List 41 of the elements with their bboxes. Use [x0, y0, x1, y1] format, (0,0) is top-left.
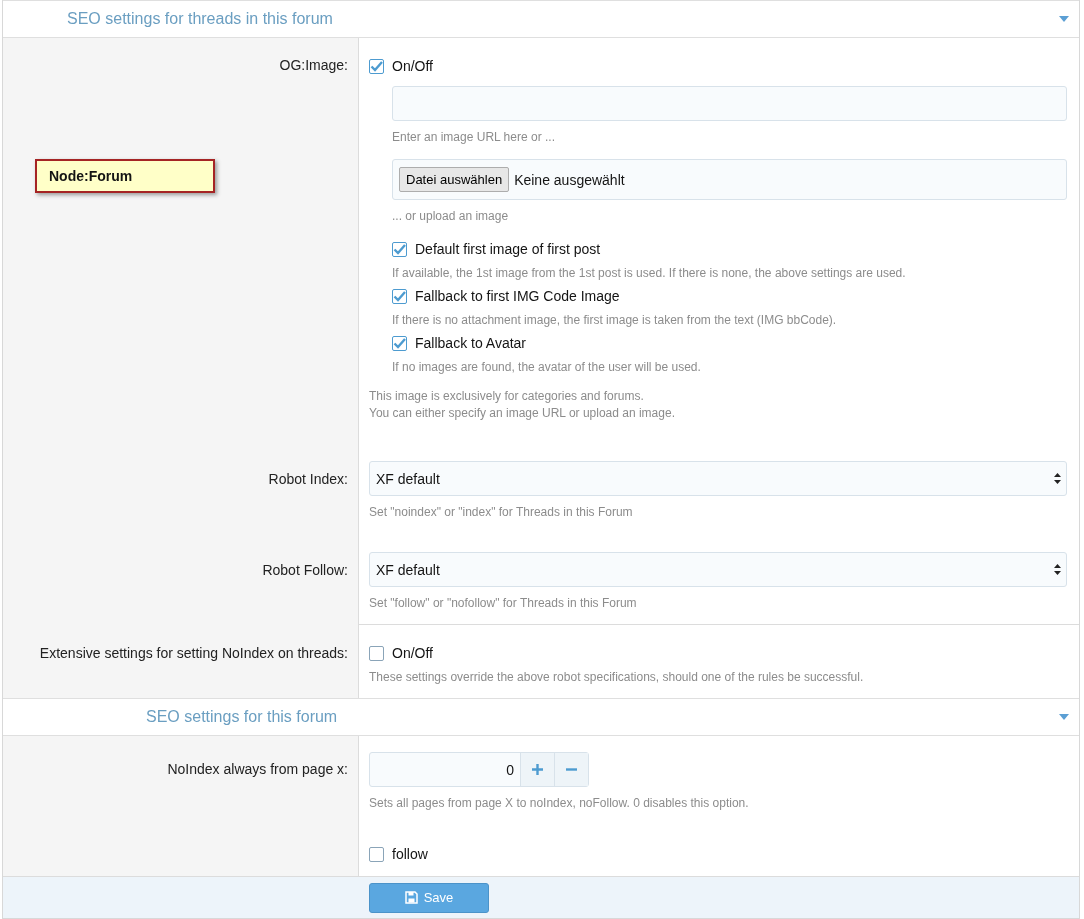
checkbox[interactable]: Fallback to first IMG Code Image — [392, 286, 1067, 306]
field-label: Extensive settings for setting NoIndex on threads: — [39, 645, 348, 661]
hint-text: If available, the 1st image from the 1st post is used. If there is none, the above settings are used. — [392, 265, 907, 282]
field-label: NoIndex always from page x: — [167, 761, 348, 777]
select-field[interactable]: XF default — [369, 461, 1067, 496]
file-input[interactable]: Datei auswählen Keine ausgewählt — [392, 159, 1067, 200]
image-url-field[interactable] — [392, 86, 1067, 121]
hint-text: Sets all pages from page X to noIndex, noFollow. 0 disables this option. — [369, 795, 750, 812]
check-icon — [393, 337, 406, 349]
check-icon — [393, 290, 406, 302]
checkbox[interactable]: On/Off — [369, 643, 1067, 663]
number-field[interactable]: 0 — [369, 752, 589, 787]
note-label: Node:Forum — [35, 159, 215, 193]
checkbox[interactable]: Default first image of first post — [392, 239, 1067, 259]
caret-icon — [1059, 714, 1069, 720]
explain-text: You can either specify an image URL or upload an image. — [369, 405, 676, 422]
choose-file-button[interactable]: Datei auswählen — [399, 167, 510, 192]
hint-text: Enter an image URL here or ... — [392, 129, 556, 146]
checkbox[interactable]: follow — [369, 844, 1067, 864]
field-label: OG:Image: — [279, 57, 348, 73]
hint-text: Set "follow" or "nofollow" for Threads in this Forum — [369, 595, 638, 612]
hint-text: Set "noindex" or "index" for Threads in this Forum — [369, 504, 634, 521]
plus-icon — [532, 764, 543, 775]
check-icon — [393, 243, 406, 255]
field-label: Robot Index: — [268, 471, 348, 487]
hint-text: These settings override the above robot specifications, should one of the rules be successful. — [369, 669, 865, 686]
check-icon — [370, 60, 383, 72]
hint-text: If there is no attachment image, the first image is taken from the text (IMG bbCode). — [392, 312, 838, 329]
decrement-button[interactable] — [554, 753, 588, 786]
select-field[interactable]: XF default — [369, 552, 1067, 587]
checkbox[interactable]: Fallback to Avatar — [392, 333, 1067, 353]
checkbox[interactable]: On/Off — [369, 56, 1067, 76]
select-arrows-icon — [1054, 564, 1061, 575]
field-label: Robot Follow: — [262, 562, 348, 578]
hint-text: ... or upload an image — [392, 208, 510, 225]
caret-icon — [1059, 16, 1069, 22]
select-arrows-icon — [1054, 473, 1061, 484]
file-status: Keine ausgewählt — [514, 171, 625, 188]
hint-text: If no images are found, the avatar of the user will be used. — [392, 359, 702, 376]
increment-button[interactable] — [520, 753, 554, 786]
explain-text: This image is exclusively for categories and forums. — [369, 388, 645, 405]
